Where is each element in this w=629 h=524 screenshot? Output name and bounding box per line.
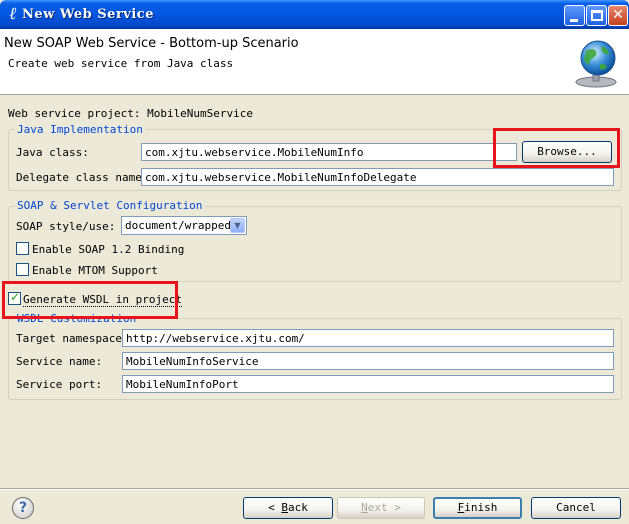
eclipse-icon: ℓ bbox=[9, 4, 17, 24]
title-bar: ℓ New Web Service ✕ bbox=[0, 0, 629, 29]
delegate-class-input[interactable]: com.xjtu.webservice.MobileNumInfoDelegat… bbox=[141, 168, 614, 186]
project-label: Web service project: MobileNumService bbox=[8, 107, 254, 120]
cancel-button[interactable]: Cancel bbox=[531, 497, 621, 519]
soap-servlet-legend: SOAP & Servlet Configuration bbox=[15, 199, 205, 212]
browse-highlight-box bbox=[493, 128, 620, 168]
page-subtitle: Create web service from Java class bbox=[8, 57, 234, 70]
back-mnemonic: B bbox=[281, 501, 288, 514]
next-label: ext bbox=[367, 501, 388, 514]
service-name-label: Service name: bbox=[16, 355, 103, 368]
target-namespace-label: Target namespace: bbox=[16, 332, 129, 345]
back-arrow-icon: < bbox=[268, 501, 275, 514]
service-name-input[interactable]: MobileNumInfoService bbox=[122, 352, 614, 370]
wizard-header: New SOAP Web Service - Bottom-up Scenari… bbox=[0, 29, 629, 95]
close-icon: ✕ bbox=[612, 7, 624, 23]
java-implementation-legend: Java Implementation bbox=[15, 123, 145, 136]
back-label: ack bbox=[288, 501, 308, 514]
page-title: New SOAP Web Service - Bottom-up Scenari… bbox=[4, 36, 299, 51]
back-button[interactable]: < Back bbox=[243, 497, 333, 519]
footer-separator bbox=[0, 488, 629, 490]
service-port-label: Service port: bbox=[16, 378, 103, 391]
service-port-input[interactable]: MobileNumInfoPort bbox=[122, 375, 614, 393]
help-icon[interactable]: ? bbox=[12, 497, 34, 519]
finish-label: inish bbox=[464, 501, 498, 514]
soap-style-select[interactable]: document/wrapped ▼ bbox=[121, 216, 247, 235]
window-title: New Web Service bbox=[22, 7, 154, 22]
minimize-icon bbox=[570, 19, 578, 22]
enable-soap12-label: Enable SOAP 1.2 Binding bbox=[32, 243, 185, 256]
enable-mtom-label: Enable MTOM Support bbox=[32, 264, 158, 277]
next-mnemonic: N bbox=[361, 501, 368, 514]
java-class-label: Java class: bbox=[16, 146, 89, 159]
enable-soap12-checkbox[interactable] bbox=[16, 242, 29, 255]
next-button[interactable]: Next > bbox=[337, 497, 425, 519]
soap-style-value: document/wrapped bbox=[125, 219, 231, 232]
next-arrow-icon: > bbox=[394, 501, 401, 514]
maximize-icon bbox=[591, 10, 603, 21]
enable-mtom-checkbox[interactable] bbox=[16, 263, 29, 276]
finish-button[interactable]: Finish bbox=[433, 497, 522, 519]
chevron-down-icon[interactable]: ▼ bbox=[230, 218, 245, 233]
generate-wsdl-highlight-box bbox=[2, 281, 178, 319]
minimize-button[interactable] bbox=[564, 5, 585, 26]
java-class-input[interactable]: com.xjtu.webservice.MobileNumInfo bbox=[141, 143, 517, 161]
close-button[interactable]: ✕ bbox=[608, 5, 628, 26]
soap-style-label: SOAP style/use: bbox=[16, 220, 116, 233]
globe-webservice-icon bbox=[575, 40, 617, 88]
delegate-class-label: Delegate class name: bbox=[16, 171, 149, 184]
maximize-button[interactable] bbox=[586, 5, 607, 26]
target-namespace-input[interactable]: http://webservice.xjtu.com/ bbox=[122, 329, 614, 347]
